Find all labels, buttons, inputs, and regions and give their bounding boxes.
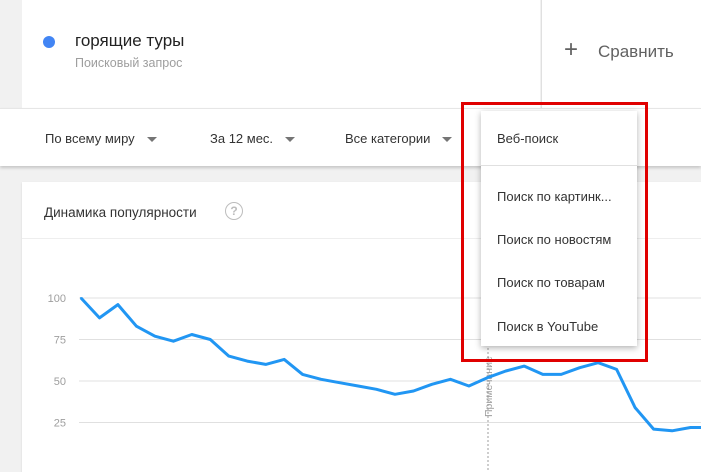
compare-button[interactable]: + Сравнить: [541, 0, 701, 108]
plus-icon: +: [564, 36, 579, 63]
annotation-highlight-box: [461, 102, 648, 362]
search-term-type: Поисковый запрос: [75, 56, 183, 70]
data-point[interactable]: [227, 355, 230, 358]
data-point[interactable]: [597, 361, 600, 364]
data-point[interactable]: [209, 338, 212, 341]
data-point[interactable]: [449, 378, 452, 381]
data-point[interactable]: [394, 393, 396, 396]
y-tick-label: 25: [54, 418, 66, 430]
data-point[interactable]: [301, 373, 304, 376]
data-point[interactable]: [153, 335, 156, 338]
data-point[interactable]: [135, 325, 138, 328]
data-point[interactable]: [338, 381, 341, 384]
data-point[interactable]: [283, 358, 286, 361]
data-point[interactable]: [634, 406, 637, 409]
data-point[interactable]: [80, 297, 82, 299]
series-color-dot: [43, 36, 55, 48]
compare-label: Сравнить: [598, 42, 674, 61]
data-point[interactable]: [486, 376, 489, 379]
chevron-down-icon: [146, 137, 157, 143]
region-filter[interactable]: По всему миру: [45, 131, 157, 146]
data-point[interactable]: [375, 388, 378, 391]
period-filter-label: За 12 мес.: [210, 131, 274, 146]
chevron-down-icon: [285, 137, 296, 143]
category-filter[interactable]: Все категории: [345, 131, 453, 146]
data-point[interactable]: [430, 383, 433, 386]
category-filter-label: Все категории: [345, 131, 431, 146]
data-point[interactable]: [671, 429, 674, 432]
data-point[interactable]: [615, 368, 618, 371]
data-point[interactable]: [467, 385, 470, 387]
note-marker-label[interactable]: Примечание: [483, 356, 495, 417]
data-point[interactable]: [246, 360, 249, 363]
data-point[interactable]: [541, 373, 544, 376]
data-point[interactable]: [689, 426, 692, 429]
search-term-card[interactable]: горящие туры Поисковый запрос: [22, 0, 540, 108]
y-tick-label: 50: [54, 376, 66, 388]
chevron-down-icon: [442, 137, 453, 143]
search-term-name[interactable]: горящие туры: [75, 31, 184, 51]
data-point[interactable]: [264, 363, 267, 366]
data-point[interactable]: [504, 370, 507, 372]
data-point[interactable]: [523, 365, 526, 368]
data-point[interactable]: [172, 340, 175, 343]
data-point[interactable]: [652, 428, 655, 431]
data-point[interactable]: [320, 378, 323, 381]
data-point[interactable]: [578, 366, 581, 369]
data-point[interactable]: [116, 303, 119, 306]
data-point[interactable]: [98, 316, 101, 319]
region-filter-label: По всему миру: [45, 131, 135, 146]
y-tick-label: 100: [48, 293, 66, 305]
data-point[interactable]: [190, 333, 193, 336]
data-point[interactable]: [560, 373, 563, 376]
period-filter[interactable]: За 12 мес.: [210, 131, 296, 146]
data-point[interactable]: [412, 390, 415, 392]
data-point[interactable]: [357, 385, 360, 387]
y-tick-label: 75: [54, 335, 66, 347]
